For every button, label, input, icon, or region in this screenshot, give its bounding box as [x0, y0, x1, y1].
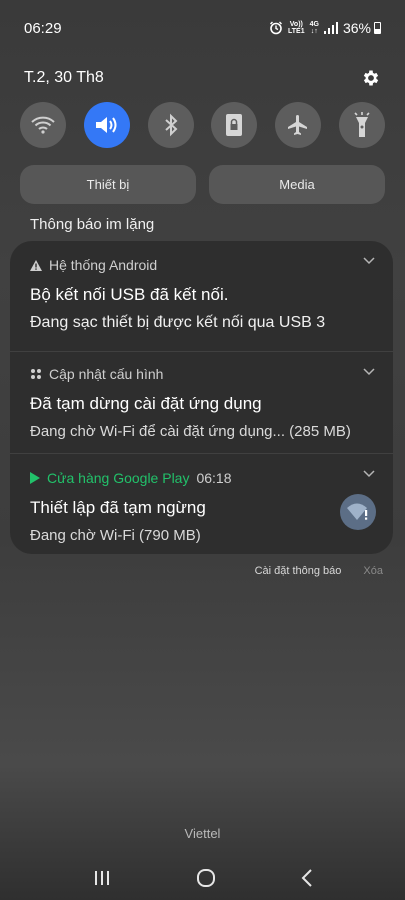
- notification-header: Cập nhật cấu hình: [30, 364, 373, 384]
- wifi-alert-badge: [340, 494, 376, 530]
- device-button[interactable]: Thiết bị: [20, 165, 196, 204]
- notification-config-update[interactable]: Cập nhật cấu hình Đã tạm dừng cài đặt ứn…: [10, 351, 393, 453]
- quick-settings: [20, 102, 385, 148]
- sound-icon: [95, 117, 117, 133]
- back-icon[interactable]: [301, 869, 313, 887]
- recents-icon[interactable]: [93, 870, 111, 886]
- notification-group: Hệ thống Android Bộ kết nối USB đã kết n…: [10, 241, 393, 554]
- media-button[interactable]: Media: [209, 165, 385, 204]
- media-output-row: Thiết bị Media: [20, 165, 385, 204]
- notification-title: Bộ kết nối USB đã kết nối.: [30, 285, 229, 304]
- qs-sound-button[interactable]: [83, 102, 130, 148]
- home-icon[interactable]: [196, 869, 216, 887]
- notification-title: Thiết lập đã tạm ngừng: [30, 498, 206, 517]
- qs-rotation-lock-button[interactable]: [211, 102, 258, 148]
- bluetooth-icon: [164, 113, 178, 137]
- wifi-alert-icon: [347, 503, 368, 520]
- qs-bluetooth-button[interactable]: [147, 102, 194, 148]
- network-badge: 4G ↓↑: [309, 21, 319, 35]
- play-store-icon: [30, 472, 40, 484]
- notification-app-name: Cửa hàng Google Play: [47, 470, 190, 486]
- dots-grid-icon: [31, 369, 41, 379]
- notification-app-name: Hệ thống Android: [49, 257, 158, 273]
- battery-percent: 36%: [342, 20, 371, 36]
- notification-header: Cửa hàng Google Play 06:18: [30, 468, 373, 488]
- notification-body: Đang chờ Wi-Fi để cài đặt ứng dụng... (2…: [30, 423, 351, 440]
- silent-notifications-title: Thông báo im lặng: [30, 216, 155, 233]
- date-label: T.2, 30 Th8: [24, 69, 104, 86]
- qs-flashlight-button[interactable]: [338, 102, 385, 148]
- gear-icon[interactable]: [361, 68, 381, 88]
- battery: 36%: [343, 20, 381, 36]
- notification-google-play[interactable]: Cửa hàng Google Play 06:18 Thiết lập đã …: [10, 453, 393, 554]
- wifi-icon: [31, 116, 55, 134]
- qs-airplane-button[interactable]: [275, 102, 322, 148]
- navigation-bar: [0, 856, 405, 900]
- chevron-down-icon[interactable]: [363, 368, 375, 376]
- notification-actions: Cài đặt thông báo Xóa: [255, 565, 383, 577]
- chevron-down-icon[interactable]: [363, 470, 375, 478]
- notification-title: Đã tạm dừng cài đặt ứng dụng: [30, 394, 262, 413]
- warning-icon: [30, 259, 42, 271]
- notification-body: Đang chờ Wi-Fi (790 MB): [30, 527, 201, 544]
- volte-badge: Vo)) LTE1: [288, 21, 305, 35]
- battery-icon: [374, 22, 381, 34]
- status-bar: 06:29 Vo)) LTE1 4G ↓↑ 36%: [0, 0, 405, 56]
- status-icons: Vo)) LTE1 4G ↓↑ 36%: [269, 20, 381, 36]
- notification-body: Đang sạc thiết bị được kết nối qua USB 3: [30, 314, 326, 331]
- notification-header: Hệ thống Android: [30, 255, 373, 275]
- date-row: T.2, 30 Th8: [24, 66, 381, 90]
- notification-settings-button[interactable]: Cài đặt thông báo: [255, 565, 342, 577]
- notification-time: 06:18: [196, 470, 232, 486]
- clear-notifications-button[interactable]: Xóa: [363, 565, 383, 577]
- battery-fill: [375, 29, 380, 33]
- signal-icon: [323, 22, 338, 34]
- qs-wifi-button[interactable]: [20, 102, 66, 148]
- notification-app-name: Cập nhật cấu hình: [49, 366, 164, 382]
- carrier-label: Viettel: [184, 826, 221, 841]
- notification-android-system[interactable]: Hệ thống Android Bộ kết nối USB đã kết n…: [10, 241, 393, 351]
- chevron-down-icon[interactable]: [363, 257, 375, 265]
- rotation-lock-icon: [226, 114, 243, 136]
- flashlight-icon: [354, 112, 370, 137]
- alarm-icon: [270, 21, 283, 35]
- status-time: 06:29: [24, 19, 62, 37]
- airplane-icon: [288, 115, 308, 135]
